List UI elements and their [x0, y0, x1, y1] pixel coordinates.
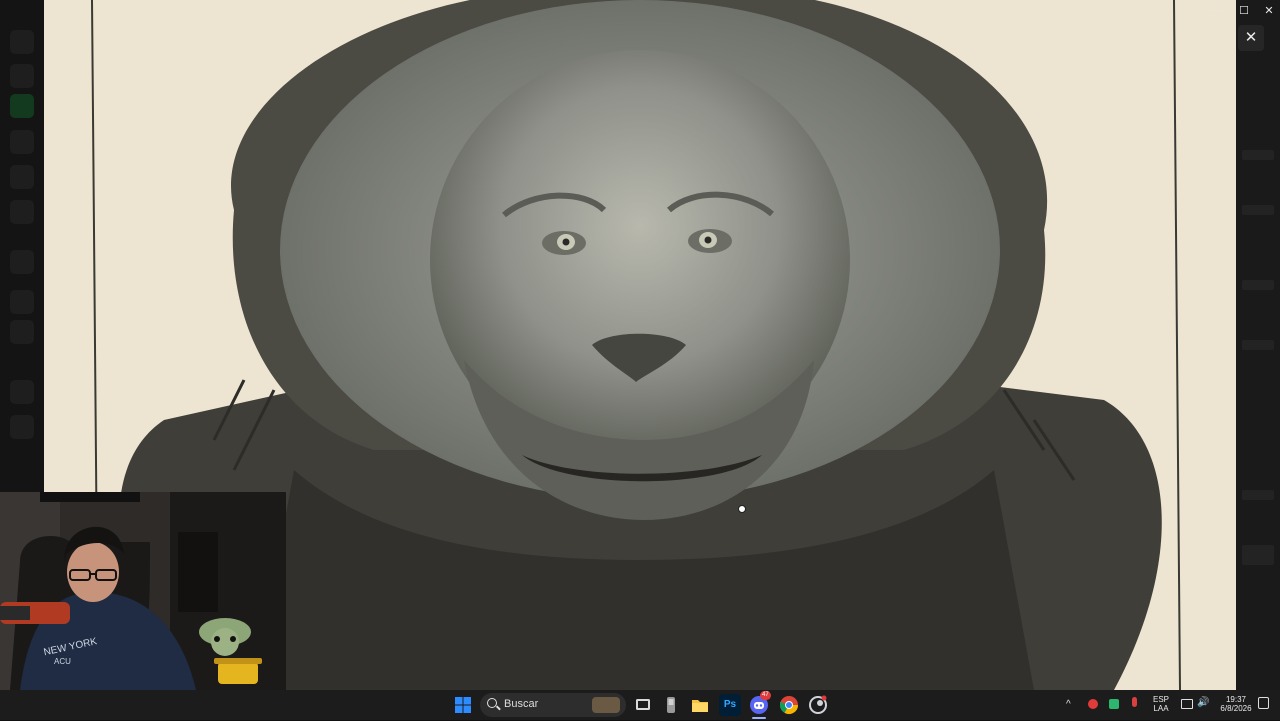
desktop-icon — [10, 94, 34, 118]
photoshop-button[interactable]: Ps — [719, 694, 741, 716]
webcam-overlay: NEW YORK ACU — [0, 492, 286, 690]
app-icon — [667, 697, 675, 713]
notifications-icon[interactable] — [1258, 697, 1269, 709]
discord-button[interactable]: 47 — [748, 691, 771, 716]
language-label: ESP — [1152, 695, 1169, 704]
sweatshirt-subtext: ACU — [54, 657, 71, 666]
network-icon[interactable] — [1181, 699, 1193, 709]
keyboard-layout-label: LAA — [1153, 704, 1169, 713]
volume-icon[interactable]: 🔊 — [1197, 697, 1209, 708]
file-explorer-button[interactable] — [689, 694, 711, 716]
background-window-line — [1242, 205, 1274, 215]
desktop-icon — [10, 30, 34, 54]
close-icon: ✕ — [1264, 5, 1274, 17]
webcam-scene: NEW YORK ACU — [0, 492, 286, 690]
tray-app-red-icon[interactable] — [1088, 699, 1098, 709]
task-view-icon — [636, 699, 650, 710]
close-icon: ✕ — [1244, 29, 1258, 46]
clock[interactable]: 19:37 6/8/2026 — [1214, 695, 1258, 713]
minimize-icon: — — [1211, 5, 1223, 17]
background-window-line — [1242, 545, 1274, 565]
folder-icon — [692, 700, 708, 712]
search-highlight-thumbnail — [592, 697, 620, 713]
discord-active-indicator — [752, 717, 766, 719]
search-placeholder: Buscar — [504, 698, 539, 710]
background-window-line — [1242, 280, 1274, 290]
background-window-line — [1242, 340, 1274, 350]
desktop-icon — [10, 130, 34, 154]
maximize-icon: ☐ — [1239, 5, 1249, 17]
clock-date: 6/8/2026 — [1220, 704, 1252, 713]
background-window-line — [1242, 490, 1274, 500]
windows-start-icon — [455, 697, 471, 713]
steam-button[interactable] — [807, 694, 829, 716]
desktop-icon — [10, 415, 34, 439]
desktop-icon — [10, 165, 34, 189]
clock-time: 19:37 — [1225, 695, 1247, 704]
tray-shield-icon[interactable] — [1109, 699, 1119, 709]
start-button[interactable] — [452, 694, 474, 716]
chrome-icon — [780, 696, 798, 715]
tray-overflow-chevron-icon[interactable]: ^ — [1066, 699, 1071, 710]
search-icon — [487, 698, 497, 708]
minimize-button[interactable]: — — [1210, 4, 1224, 18]
desktop-icon — [10, 290, 34, 314]
window-close-button[interactable]: ✕ — [1262, 4, 1276, 18]
task-view-button[interactable] — [632, 694, 654, 716]
maximize-button[interactable]: ☐ — [1237, 4, 1251, 18]
microphone-icon[interactable] — [1132, 697, 1137, 707]
mouse-cursor — [738, 505, 746, 513]
desktop-icon — [10, 320, 34, 344]
desktop-icon — [10, 200, 34, 224]
desktop-icon — [10, 250, 34, 274]
discord-notification-badge: 47 — [760, 691, 771, 700]
taskbar-search-input[interactable]: Buscar — [480, 693, 626, 717]
desktop-icon — [10, 64, 34, 88]
desktop-right-strip — [1236, 0, 1280, 690]
input-language-indicator[interactable]: ESP LAA — [1150, 695, 1172, 713]
photoshop-icon: Ps — [723, 699, 737, 710]
desktop-icon — [10, 380, 34, 404]
app-button[interactable] — [660, 694, 682, 716]
viewer-close-button[interactable]: ✕ — [1238, 25, 1264, 51]
background-window-line — [1242, 150, 1274, 160]
steam-icon — [809, 695, 827, 714]
chrome-button[interactable] — [778, 694, 800, 716]
